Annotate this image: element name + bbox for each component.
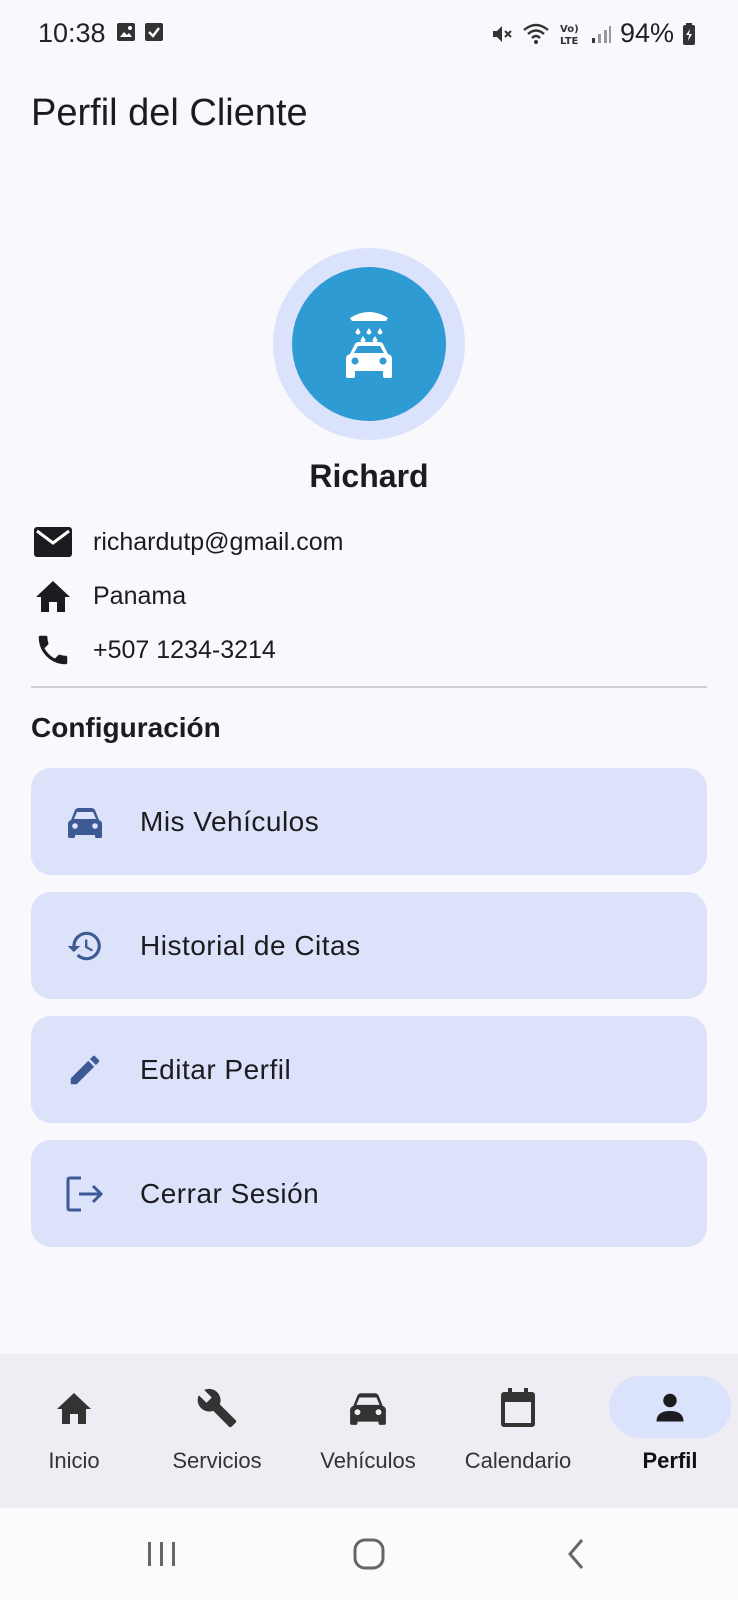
phone-text: +507 1234-3214 [93, 635, 276, 664]
menu-item-editar-perfil[interactable]: Editar Perfil [31, 1016, 707, 1123]
phone-icon [32, 629, 74, 671]
status-bar: 10:38 Vo) LTE 94% [0, 0, 738, 70]
history-icon [65, 926, 105, 966]
home-icon [32, 575, 74, 617]
nav-item-calendario[interactable]: Calendario [444, 1354, 592, 1508]
nav-item-inicio[interactable]: Inicio [0, 1354, 148, 1508]
phone-row: +507 1234-3214 [32, 628, 276, 672]
volte-icon: Vo) LTE [558, 21, 582, 47]
avatar[interactable] [273, 248, 465, 440]
mute-icon [490, 22, 514, 46]
divider [31, 686, 707, 688]
system-nav-bar [0, 1508, 738, 1600]
wrench-icon [195, 1386, 239, 1430]
menu-item-cerrar-sesion[interactable]: Cerrar Sesión [31, 1140, 707, 1247]
svg-text:Vo): Vo) [560, 24, 579, 35]
back-button[interactable] [546, 1532, 606, 1576]
home-button[interactable] [339, 1532, 399, 1576]
menu-item-historial-de-citas[interactable]: Historial de Citas [31, 892, 707, 999]
nav-label: Calendario [464, 1448, 572, 1473]
back-icon [564, 1537, 588, 1571]
menu-label: Cerrar Sesión [140, 1177, 320, 1209]
profile-name: Richard [309, 458, 429, 494]
section-title: Configuración [31, 712, 221, 743]
menu-label: Historial de Citas [140, 929, 361, 961]
svg-text:LTE: LTE [560, 36, 579, 47]
car-icon [346, 1386, 390, 1430]
mail-icon [32, 521, 74, 563]
home-icon [52, 1386, 96, 1430]
location-row: Panama [32, 574, 186, 618]
wifi-icon [522, 22, 550, 46]
pencil-icon [65, 1050, 105, 1090]
recent-apps-icon [145, 1539, 179, 1569]
email-row: richardutp@gmail.com [32, 520, 343, 564]
home-circle-icon [352, 1537, 386, 1571]
nav-item-servicios[interactable]: Servicios [143, 1354, 291, 1508]
logout-icon [65, 1174, 105, 1214]
recent-apps-button[interactable] [132, 1532, 192, 1576]
checkbox-icon [144, 22, 164, 42]
menu-item-mis-vehiculos[interactable]: Mis Vehículos [31, 768, 707, 875]
location-text: Panama [93, 581, 187, 610]
menu-label: Editar Perfil [140, 1053, 292, 1085]
menu-label: Mis Vehículos [140, 805, 320, 837]
status-time: 10:38 [38, 18, 106, 48]
page-title: Perfil del Cliente [31, 92, 308, 134]
nav-label: Servicios [172, 1448, 262, 1473]
car-wash-icon [336, 308, 402, 380]
nav-item-perfil[interactable]: Perfil [596, 1354, 738, 1508]
image-icon [116, 22, 136, 42]
signal-icon [590, 23, 612, 45]
nav-label: Vehículos [320, 1448, 416, 1473]
email-text: richardutp@gmail.com [93, 527, 344, 556]
calendar-icon [496, 1386, 540, 1430]
nav-label: Inicio [48, 1448, 100, 1473]
bottom-nav: Inicio Servicios Vehículos Calendario Pe… [0, 1354, 738, 1508]
person-icon [648, 1386, 692, 1430]
battery-icon [682, 22, 696, 46]
battery-percent: 94% [619, 18, 674, 48]
nav-item-vehiculos[interactable]: Vehículos [294, 1354, 442, 1508]
car-icon [65, 802, 105, 842]
nav-label: Perfil [642, 1448, 698, 1473]
